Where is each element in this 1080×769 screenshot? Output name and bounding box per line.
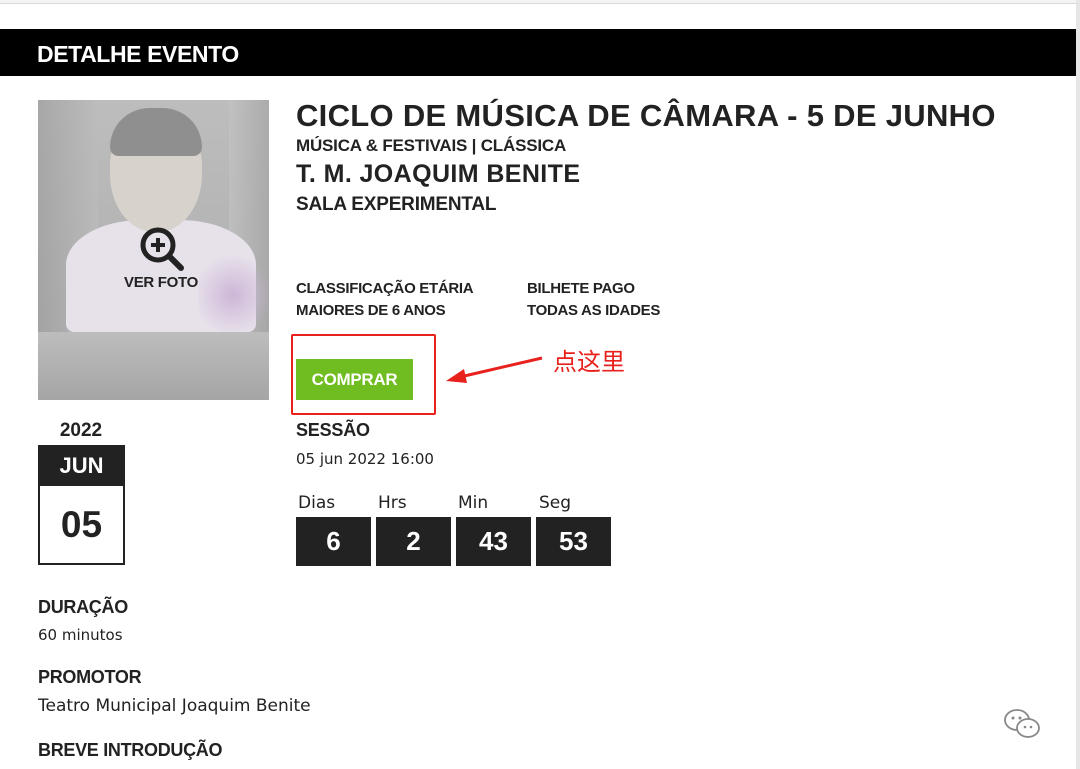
countdown-days-label: Dias xyxy=(298,493,336,513)
view-photo-label[interactable]: VER FOTO xyxy=(38,274,269,291)
event-venue: T. M. JOAQUIM BENITE xyxy=(296,160,581,188)
buy-button[interactable]: COMPRAR xyxy=(296,359,413,400)
countdown-minutes-value: 43 xyxy=(456,517,531,566)
duration-value: 60 minutos xyxy=(38,626,123,644)
countdown-seconds-label: Seg xyxy=(539,493,572,513)
countdown-seconds-value: 53 xyxy=(536,517,611,566)
countdown-hours-value: 2 xyxy=(376,517,451,566)
event-day: 05 xyxy=(38,486,125,565)
age-rating-value: MAIORES DE 6 ANOS xyxy=(296,302,446,319)
session-label: SESSÃO xyxy=(296,420,370,440)
annotation-text: 点这里 xyxy=(553,348,625,376)
age-rating-label: CLASSIFICAÇÃO ETÁRIA xyxy=(296,280,474,297)
promoter-value: Teatro Municipal Joaquim Benite xyxy=(38,696,311,716)
event-photo[interactable]: VER FOTO xyxy=(38,100,269,400)
window-right-border xyxy=(1076,0,1080,769)
photo-violet-light xyxy=(198,250,268,340)
ticket-label: BILHETE PAGO xyxy=(527,280,635,297)
session-datetime: 05 jun 2022 16:00 xyxy=(296,450,434,468)
event-year: 2022 xyxy=(59,420,103,441)
event-category: MÚSICA & FESTIVAIS | CLÁSSICA xyxy=(296,136,567,155)
promoter-label: PROMOTOR xyxy=(38,667,142,687)
event-title: CICLO DE MÚSICA DE CÂMARA - 5 DE JUNHO xyxy=(296,98,996,133)
photo-performer-hair xyxy=(110,108,202,156)
window-top-border xyxy=(0,0,1080,4)
event-room: SALA EXPERIMENTAL xyxy=(296,194,497,215)
event-month: JUN xyxy=(38,445,125,486)
countdown-hours-label: Hrs xyxy=(378,493,407,513)
page-header: DETALHE EVENTO xyxy=(0,29,1076,76)
page-title: DETALHE EVENTO xyxy=(37,41,239,67)
intro-label: BREVE INTRODUÇÃO xyxy=(38,740,223,760)
duration-label: DURAÇÃO xyxy=(38,597,128,617)
countdown-days-value: 6 xyxy=(296,517,371,566)
ticket-value: TODAS AS IDADES xyxy=(527,302,661,319)
zoom-in-icon[interactable] xyxy=(138,226,184,272)
photo-stage-floor xyxy=(38,332,269,400)
countdown-minutes-label: Min xyxy=(458,493,489,513)
annotation-arrow-icon xyxy=(446,356,543,383)
wechat-icon xyxy=(1004,709,1040,738)
